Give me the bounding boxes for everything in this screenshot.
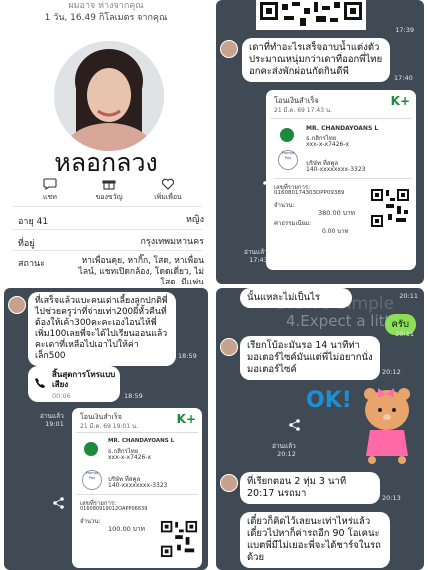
divider [12,229,202,230]
divider [12,250,202,251]
sticker[interactable]: OK! [306,384,418,464]
message-time: 20:12 [382,368,401,376]
bear-sticker-icon [364,388,410,464]
contact-avatar[interactable] [220,40,238,58]
ref-number: 016080174303DPP09389 [274,190,345,196]
amount-value: 100.00 บาท [108,525,145,533]
transfer-slip[interactable]: โอนเงินสำเร็จ 21 มี.ค. 69 19:01 น. K+ MR… [72,408,202,568]
amount-label: จำนวน: [80,518,101,525]
amount-value: 380.00 บาท [318,209,355,217]
message-bubble[interactable]: เดี๋ยวก็คิดไว้เลยนะเท่าไหร่แล้วเดี๋ยวไปห… [240,512,390,568]
transfer-slip[interactable]: โอนเงินสำเร็จ 21 มี.ค. 69 17:43 น. K+ MR… [266,90,416,270]
message-bubble[interactable]: เรียกโบ้อะมันรอ 14 นาทีท่ามอเตอร์ไซค์มัน… [240,336,380,380]
profile-panel: ผมอาจ ห่างจากคุณ 1 วัน, 16.49 กิโลเมตร จ… [4,0,208,284]
profile-header-line1: ผมอาจ ห่างจากคุณ [68,1,144,11]
share-icon[interactable] [288,418,302,432]
heart-icon [161,178,175,190]
chat-icon [43,178,57,190]
age-label: อายุ 41 [18,217,49,227]
read-receipt: อ่านแล้ว 20:12 [272,442,296,458]
message-time: 18:59 [178,352,197,360]
call-ended-bubble[interactable]: สิ้นสุดการโทรแบบเสียง 00:06 [28,366,120,402]
gender-value: หญิง [186,215,204,225]
sticker-time: 20:12 [277,450,296,458]
sender-account: 140-xxxxxxxx-3323 [306,166,366,173]
location-value: กรุงเทพมหานคร [140,237,204,247]
slip-date: 21 มี.ค. 69 17:43 น. [274,107,332,114]
divider [270,118,412,119]
message-bubble[interactable]: ที่เสร็จแล้วแบะคนเด่าเลี้ยงลูกปกติพี่ไปช… [28,292,176,366]
divider [270,178,412,179]
read-label: อ่านแล้ว [272,442,296,450]
chat-panel-3: 5.Give Simple 4.Expect a little นั้นแหละ… [216,288,424,570]
divider [76,494,198,495]
promptpay-logo-icon: Prompt Pay [278,150,298,170]
chat-panel-2: ที่เสร็จแล้วแบะคนเด่าเลี้ยงลูกปกติพี่ไปช… [4,288,208,570]
slip-qr-code [160,520,198,558]
gift-button-label: ของขวัญ [95,193,123,201]
share-icon[interactable] [52,496,66,510]
message-bubble[interactable]: ที่เรียกตอน 2 ทุ่ม 3 นาที 20:17 นรถมา [240,472,380,504]
profile-header: ผมอาจ ห่างจากคุณ 1 วัน, 16.49 กิโลเมตร จ… [4,0,208,24]
read-label: อ่านแล้ว [40,412,64,420]
chat-panel-1: 17:39 เดาที่ทำอะไรเสร็จอาบน้ำแต่งตัวประม… [216,0,424,284]
status-value: หาเพื่อนคุย, หากิ๊ก, โสด, หาเพื่อนไลน์, … [78,256,204,284]
amount-label: จำนวน: [274,202,295,209]
read-receipt: อ่านแล้ว 19:01 [40,412,64,428]
fee-value: 0.00 บาท [322,228,349,235]
read-receipt: อ่านแล้ว 17:43 [244,248,268,264]
chat-button-label: แชท [43,193,57,201]
status-label: สถานะ [18,259,45,269]
message-bubble[interactable]: นั้นแหละไม่เป็นไร [240,288,352,308]
read-label: อ่านแล้ว [244,248,268,256]
profile-avatar[interactable] [54,41,164,151]
profile-name: หลอกลวง [54,148,158,177]
message-time: 18:59 [124,392,143,400]
slip-qr-code [370,188,410,228]
sticker-text: OK! [306,388,352,413]
recipient-name: MR. CHANDAYOANS L [306,125,379,132]
recipient-account: xxx-x-x7426-x [306,141,350,148]
profile-actions: แชท ของขวัญ เพิ่มเพื่อน [24,178,194,203]
message-bubble[interactable]: เดาที่ทำอะไรเสร็จอาบน้ำแต่งตัวประมาณหนุ่… [242,38,390,82]
message-time: 17:40 [394,74,413,82]
profile-distance: 1 วัน, 16.49 กิโลเมตร จากคุณ [44,13,168,23]
read-time: 19:01 [45,420,64,428]
kplus-logo: K+ [176,412,196,426]
divider [12,206,202,207]
contact-avatar[interactable] [220,474,238,492]
sender-account: 140-xxxxxxxx-3323 [108,482,168,489]
location-label: ที่อยู่ [18,239,35,249]
ref-number: 016080919012OAPP06639 [80,506,148,512]
contact-avatar[interactable] [220,338,238,356]
kbank-logo-icon [84,442,98,456]
message-time: 20:11 [399,292,418,300]
add-friend-button[interactable]: เพิ่มเพื่อน [142,178,194,203]
recipient-name: MR. CHANDAYOANS L [108,438,175,444]
message-time: 17:39 [395,26,414,34]
recipient-account: xxx-x-x7426-x [108,454,152,461]
promptpay-logo-icon: Prompt Pay [82,470,102,490]
call-title: สิ้นสุดการโทรแบบเสียง [52,370,116,389]
contact-avatar[interactable] [8,296,26,314]
gift-icon [102,180,116,190]
read-time: 17:43 [249,256,268,264]
kplus-logo: K+ [390,94,410,108]
qr-code-image [256,0,366,30]
kbank-logo-icon [280,128,294,142]
fee-label: ค่าธรรมเนียม: [274,220,312,227]
add-friend-label: เพิ่มเพื่อน [154,193,182,201]
call-duration: 00:06 [52,392,71,400]
chat-button[interactable]: แชท [24,178,76,203]
message-time: 20:11 [395,330,414,338]
message-time: 20:13 [382,494,401,502]
gift-button[interactable]: ของขวัญ [83,178,135,203]
slip-date: 21 มี.ค. 69 19:01 น. [80,423,138,430]
divider [76,432,198,433]
phone-icon [35,378,45,388]
share-icon[interactable] [262,176,276,190]
